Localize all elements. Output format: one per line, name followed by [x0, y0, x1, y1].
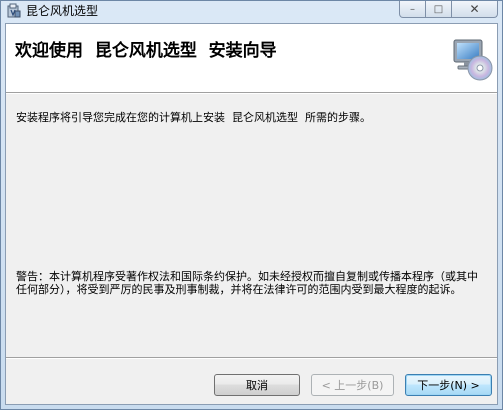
- installer-window: 昆仑风机选型 – □ ✕ 欢迎使用 昆仑风机选型 安装向导 安装程序将引导您完成…: [0, 0, 503, 410]
- window-title: 昆仑风机选型: [26, 4, 99, 18]
- minimize-button[interactable]: –: [399, 1, 426, 18]
- close-icon: ✕: [469, 2, 480, 16]
- copyright-warning: 警告：本计算机程序受著作权法和国际条约保护。如未经授权而擅自复制或传播本程序（或…: [16, 270, 478, 296]
- back-button[interactable]: < 上一步(B): [311, 374, 394, 396]
- wizard-header: 欢迎使用 昆仑风机选型 安装向导: [6, 24, 497, 93]
- intro-text: 安装程序将引导您完成在您的计算机上安装 昆仑风机选型 所需的步骤。: [16, 111, 371, 124]
- next-button[interactable]: 下一步(N) >: [405, 374, 492, 396]
- title-bar[interactable]: 昆仑风机选型 – □ ✕: [1, 1, 502, 21]
- window-controls: – □ ✕: [399, 1, 498, 19]
- computer-cd-icon: [453, 39, 493, 81]
- footer-divider-highlight: [6, 358, 497, 359]
- minimize-icon: –: [410, 3, 415, 15]
- page-title: 欢迎使用 昆仑风机选型 安装向导: [15, 41, 277, 61]
- maximize-icon: □: [433, 3, 444, 15]
- header-divider: [6, 93, 497, 94]
- cancel-button[interactable]: 取消: [214, 374, 300, 396]
- wizard-content: 欢迎使用 昆仑风机选型 安装向导 安装程序将引导您完成在您的计算机上安装 昆仑风…: [5, 23, 498, 405]
- installer-app-icon: [7, 3, 21, 18]
- close-button[interactable]: ✕: [452, 1, 498, 18]
- maximize-button[interactable]: □: [426, 1, 452, 18]
